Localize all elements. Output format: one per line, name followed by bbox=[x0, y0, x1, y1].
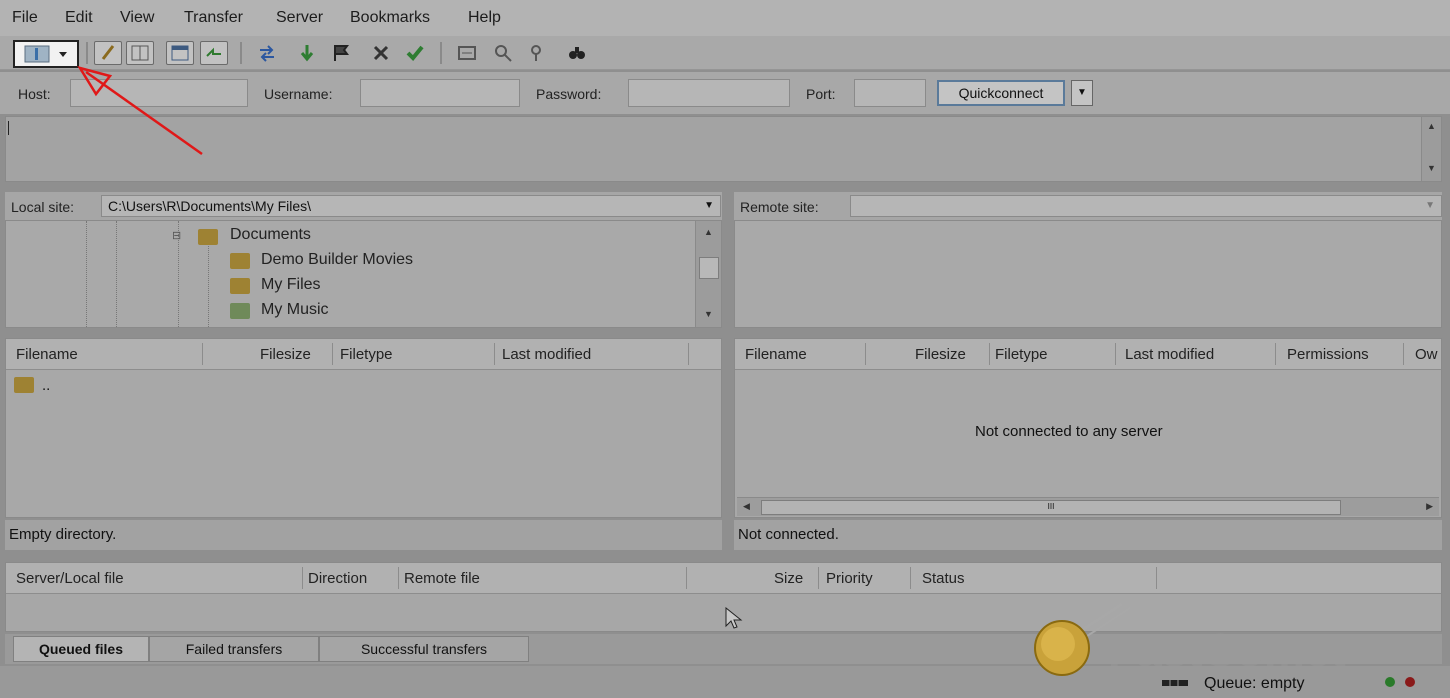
scroll-thumb[interactable] bbox=[699, 257, 719, 279]
chevron-down-icon[interactable]: ▼ bbox=[704, 196, 714, 216]
tree-item-demo-builder-movies[interactable]: Demo Builder Movies bbox=[261, 251, 413, 269]
directory-listing-filter-icon[interactable] bbox=[456, 42, 478, 64]
filename-cell: .. bbox=[42, 377, 51, 394]
column-permissions[interactable]: Permissions bbox=[1287, 346, 1369, 363]
message-log[interactable]: ▲ ▼ bbox=[5, 116, 1442, 182]
collapse-icon[interactable]: ⊟ bbox=[172, 229, 181, 242]
local-site-bar: Local site: C:\Users\R\Documents\My File… bbox=[5, 192, 722, 220]
refresh-icon[interactable] bbox=[256, 42, 278, 64]
local-path-text: C:\Users\R\Documents\My Files\ bbox=[108, 198, 312, 214]
mouse-cursor-icon bbox=[725, 607, 743, 629]
local-path-field[interactable]: C:\Users\R\Documents\My Files\ ▼ bbox=[101, 195, 721, 217]
quickconnect-dropdown[interactable]: ▼ bbox=[1071, 80, 1093, 106]
chevron-down-icon[interactable]: ▼ bbox=[1425, 196, 1435, 216]
annotation-arrow bbox=[77, 65, 203, 156]
tree-icon bbox=[131, 45, 149, 61]
folder-icon bbox=[230, 278, 250, 294]
column-direction[interactable]: Direction bbox=[308, 570, 367, 587]
flag-icon[interactable] bbox=[330, 42, 352, 64]
column-filetype[interactable]: Filetype bbox=[995, 346, 1048, 363]
remote-file-list: Filename Filesize Filetype Last modified… bbox=[734, 338, 1442, 518]
tree-item-my-files[interactable]: My Files bbox=[261, 276, 321, 294]
column-filetype[interactable]: Filetype bbox=[340, 346, 393, 363]
host-label: Host: bbox=[18, 86, 51, 102]
password-input[interactable] bbox=[628, 79, 790, 107]
parent-folder-icon bbox=[14, 377, 34, 393]
local-list-header: Filename Filesize Filetype Last modified bbox=[6, 339, 721, 370]
column-owner[interactable]: Ow bbox=[1415, 346, 1438, 363]
port-label: Port: bbox=[806, 86, 836, 102]
column-size[interactable]: Size bbox=[774, 570, 803, 587]
scroll-thumb[interactable]: III bbox=[761, 500, 1341, 515]
column-last-modified[interactable]: Last modified bbox=[1125, 346, 1214, 363]
speed-limit-icon[interactable] bbox=[1162, 678, 1192, 688]
column-last-modified[interactable]: Last modified bbox=[502, 346, 591, 363]
username-input[interactable] bbox=[360, 79, 520, 107]
reconnect-icon[interactable] bbox=[404, 42, 426, 64]
sync-browse-icon[interactable] bbox=[492, 42, 514, 64]
menu-edit[interactable]: Edit bbox=[65, 9, 93, 27]
remote-site-label: Remote site: bbox=[740, 199, 819, 215]
svg-text:FastComet: FastComet bbox=[1108, 624, 1346, 676]
username-label: Username: bbox=[264, 86, 333, 102]
column-remote-file[interactable]: Remote file bbox=[404, 570, 480, 587]
remote-directory-tree bbox=[734, 220, 1442, 328]
site-manager-icon bbox=[24, 45, 67, 63]
column-filesize[interactable]: Filesize bbox=[260, 346, 311, 363]
queue-header: Server/Local file Direction Remote file … bbox=[6, 563, 1441, 594]
not-connected-message: Not connected to any server bbox=[975, 423, 1163, 440]
menu-bar: File Edit View Transfer Server Bookmarks… bbox=[0, 0, 1450, 36]
tree-item-documents[interactable]: Documents bbox=[230, 226, 311, 244]
password-label: Password: bbox=[536, 86, 602, 102]
scroll-right-icon[interactable]: ▶ bbox=[1426, 501, 1433, 512]
cancel-operation-icon[interactable] bbox=[370, 42, 392, 64]
local-site-label: Local site: bbox=[11, 199, 75, 215]
menu-server[interactable]: Server bbox=[276, 9, 323, 27]
process-queue-icon[interactable] bbox=[296, 42, 318, 64]
remote-path-field[interactable]: ▼ bbox=[850, 195, 1442, 217]
tree-scrollbar[interactable]: ▲ ▼ bbox=[695, 221, 721, 327]
remote-site-bar: Remote site: ▼ bbox=[734, 192, 1442, 220]
port-input[interactable] bbox=[854, 79, 926, 107]
scroll-grip-text: III bbox=[1047, 502, 1055, 511]
menu-bookmarks[interactable]: Bookmarks bbox=[350, 9, 430, 27]
column-status[interactable]: Status bbox=[922, 570, 965, 587]
music-folder-icon bbox=[230, 303, 250, 319]
tab-failed-transfers[interactable]: Failed transfers bbox=[149, 636, 319, 662]
queue-icon bbox=[206, 47, 221, 57]
column-filename[interactable]: Filename bbox=[16, 346, 78, 363]
column-priority[interactable]: Priority bbox=[826, 570, 873, 587]
scroll-up-icon[interactable]: ▲ bbox=[704, 227, 713, 237]
quickconnect-button[interactable]: Quickconnect bbox=[937, 80, 1065, 106]
scroll-left-icon[interactable]: ◀ bbox=[743, 501, 750, 512]
scroll-down-icon[interactable]: ▼ bbox=[704, 309, 713, 319]
scroll-up-icon[interactable]: ▲ bbox=[1427, 121, 1436, 131]
tree-item-my-music[interactable]: My Music bbox=[261, 301, 329, 319]
binoculars-icon[interactable] bbox=[566, 42, 588, 64]
column-filename[interactable]: Filename bbox=[745, 346, 807, 363]
tab-queued-files[interactable]: Queued files bbox=[13, 636, 149, 662]
local-status: Empty directory. bbox=[5, 520, 722, 550]
scroll-down-icon[interactable]: ▼ bbox=[1427, 163, 1436, 173]
menu-file[interactable]: File bbox=[12, 9, 38, 27]
compare-directories-icon[interactable] bbox=[528, 42, 550, 64]
chevron-down-icon: ▼ bbox=[1077, 87, 1087, 98]
local-directory-tree: ⊟ Documents Demo Builder Movies My Files… bbox=[5, 220, 722, 328]
fastcomet-logo: FastComet bbox=[1034, 602, 1346, 676]
local-file-list: Filename Filesize Filetype Last modified… bbox=[5, 338, 722, 518]
pencil-icon bbox=[101, 45, 115, 60]
folder-icon bbox=[198, 229, 218, 245]
tab-successful-transfers[interactable]: Successful transfers bbox=[319, 636, 529, 662]
remote-tree-icon bbox=[171, 45, 189, 61]
menu-help[interactable]: Help bbox=[468, 9, 501, 27]
remote-status: Not connected. bbox=[734, 520, 1442, 550]
remote-list-header: Filename Filesize Filetype Last modified… bbox=[735, 339, 1441, 370]
menu-view[interactable]: View bbox=[120, 9, 154, 27]
menu-transfer[interactable]: Transfer bbox=[184, 9, 243, 27]
horizontal-scrollbar[interactable]: ◀ III ▶ bbox=[737, 497, 1439, 516]
column-server-local-file[interactable]: Server/Local file bbox=[16, 570, 124, 587]
folder-icon bbox=[230, 253, 250, 269]
column-filesize[interactable]: Filesize bbox=[915, 346, 966, 363]
log-scrollbar[interactable]: ▲ ▼ bbox=[1421, 117, 1441, 181]
